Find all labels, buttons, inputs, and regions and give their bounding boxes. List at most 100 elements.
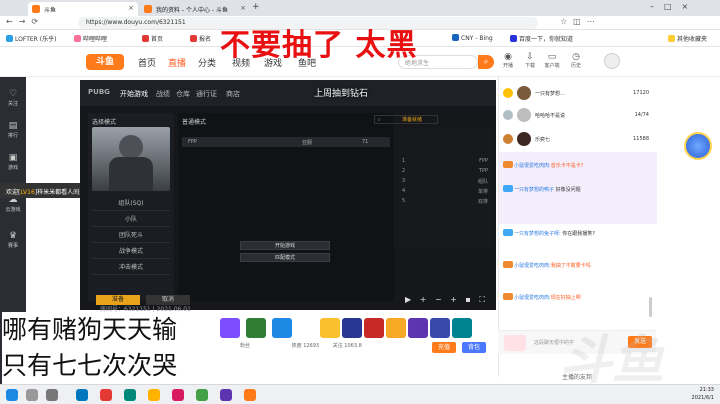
tab-label: 斗鱼 <box>44 7 57 14</box>
gift-item[interactable] <box>246 318 266 338</box>
folder-icon[interactable] <box>148 389 160 401</box>
new-tab-icon[interactable]: + <box>252 2 260 12</box>
mode-item: 组队(SQ) <box>92 197 170 211</box>
mode-item: 小队 <box>92 213 170 227</box>
tool-history[interactable]: ◷ 历史 <box>568 52 584 69</box>
mode-panel: 选择模式 组队(SQ) 小队 团队死斗 战争模式 冲击模式 <box>88 113 174 301</box>
tab-label: 我的资料 - 个人中心 - 斗鱼 <box>156 7 228 14</box>
game-match-button: 匹配模式 <box>240 253 330 262</box>
gift-item[interactable] <box>364 318 384 338</box>
gift-item[interactable] <box>272 318 292 338</box>
taskbar-app-icon[interactable] <box>76 389 88 401</box>
bookmark[interactable]: 其他收藏夹 <box>668 34 707 43</box>
rank-row[interactable]: 一只有梦想… 17120 <box>503 83 653 103</box>
sidebar-item-events[interactable]: ♛ 赛事 <box>0 231 26 249</box>
window-controls[interactable]: –□× <box>650 2 698 11</box>
chat-scrollbar[interactable] <box>649 297 652 317</box>
bookmark-icon <box>452 34 459 41</box>
gift-item[interactable] <box>408 318 428 338</box>
tool-client[interactable]: ▭ 客户端 <box>544 52 560 69</box>
gold-medal-icon <box>503 88 513 98</box>
nav-category[interactable]: 分类 <box>198 56 216 69</box>
server-row: FPP 亚服 71 <box>182 137 390 147</box>
game-topbar: PUBG 开始游戏 战绩 仓库 通行证 商店 上周抽到钻石 <box>80 80 496 106</box>
nav-home[interactable]: 首页 <box>138 56 156 69</box>
fan-badge-icon <box>503 293 513 300</box>
taskbar-app-icon[interactable] <box>172 389 184 401</box>
hot-label: 热度 12693 <box>291 343 320 349</box>
game-tab: 仓库 <box>176 90 190 98</box>
taskbar-clock[interactable]: 21:33 2021/6/1 <box>692 386 714 402</box>
bottom-caption: 哪有赌狗天天输 只有七七次次哭 <box>2 312 212 384</box>
douyu-logo[interactable]: 斗鱼 <box>86 54 124 70</box>
search-icon[interactable]: ⌕ <box>478 55 494 69</box>
video-player[interactable]: PUBG 开始游戏 战绩 仓库 通行证 商店 上周抽到钻石 选择模式 组队(SQ… <box>80 80 496 310</box>
taskbar-app-icon[interactable] <box>220 389 232 401</box>
folder-icon <box>668 35 675 42</box>
emoji-icon[interactable] <box>504 335 526 351</box>
browser-toolbar-icons[interactable]: ☆◫⋯ <box>560 17 601 26</box>
os-taskbar: 21:33 2021/6/1 <box>0 384 720 404</box>
gift-item[interactable] <box>430 318 450 338</box>
server-list-title: 普通模式 <box>182 119 207 126</box>
mode-item: 战争模式 <box>92 245 170 259</box>
nav-live[interactable]: 直播 <box>168 56 186 69</box>
fan-badge-icon <box>503 229 513 236</box>
chat-message: 一只有梦想的鸭子 好像没问题 <box>503 185 653 194</box>
bookmark-icon <box>510 35 517 42</box>
gift-bar <box>212 318 488 344</box>
bookmark[interactable]: 百度一下，你就知道 <box>510 34 573 43</box>
task-view-icon[interactable] <box>46 389 58 401</box>
recharge-button[interactable]: 充值 <box>432 342 456 353</box>
user-avatar[interactable] <box>604 53 620 69</box>
game-tab: 商店 <box>226 90 240 98</box>
bookmark[interactable]: LOFTER (乐乎) <box>6 34 56 43</box>
taskbar-app-icon[interactable] <box>100 389 112 401</box>
tool-broadcast[interactable]: ◉ 开播 <box>500 52 516 69</box>
backpack-button[interactable]: 背包 <box>462 342 486 353</box>
fan-badge-icon <box>503 161 513 168</box>
gift-item[interactable] <box>386 318 406 338</box>
caption-line: 哪有赌狗天天输 <box>2 315 178 344</box>
player-control-icons[interactable]: ▶ + − + ▪ ⛶ <box>405 295 488 305</box>
sidebar-item-game[interactable]: ▣ 游戏 <box>0 153 26 171</box>
avatar <box>517 132 531 146</box>
server-list: 普通模式 ⌕ FPP 亚服 71 开始游戏 匹配模式 <box>178 113 438 301</box>
heart-icon: ♡ <box>8 89 18 99</box>
sidebar-item-rank[interactable]: ▤ 排行 <box>0 121 26 139</box>
bookmark[interactable]: CNY - Bing <box>452 34 493 42</box>
stream-banner: 上周抽到钻石 <box>314 89 369 99</box>
bronze-medal-icon <box>503 134 513 144</box>
event-badge-icon[interactable] <box>680 128 716 164</box>
bookmark[interactable]: 首页 <box>142 34 163 43</box>
gift-item[interactable] <box>452 318 472 338</box>
taskbar-app-icon[interactable] <box>196 389 208 401</box>
close-icon[interactable]: × <box>128 4 134 12</box>
search-icon[interactable] <box>26 389 38 401</box>
character-image <box>92 127 170 191</box>
tool-download[interactable]: ⇩ 下载 <box>522 52 538 69</box>
gift-item[interactable] <box>220 318 240 338</box>
mode-panel-title: 选择模式 <box>92 119 117 126</box>
sidebar-item-follow[interactable]: ♡ 关注 <box>0 89 26 107</box>
browser-tab[interactable]: 我的资料 - 个人中心 - 斗鱼 × <box>140 2 250 16</box>
avatar <box>517 86 531 100</box>
clock-icon: ◷ <box>572 52 580 62</box>
rank-row[interactable]: 哈哈哈不是说 14/74 <box>503 105 653 125</box>
chat-message: 一只有梦想的兔子呀: 你在跟我播笑? <box>503 229 653 238</box>
caption-line: 只有七七次次哭 <box>2 351 178 380</box>
bookmark-icon <box>6 35 13 42</box>
gift-item[interactable] <box>342 318 362 338</box>
edge-icon[interactable] <box>124 389 136 401</box>
game-tab: 通行证 <box>196 90 217 98</box>
bookmark[interactable]: 哔哩哔哩 <box>74 34 107 43</box>
gift-item[interactable] <box>320 318 340 338</box>
bookmark[interactable]: 报名 <box>190 34 211 43</box>
browser-tab[interactable]: 斗鱼 × <box>28 2 138 16</box>
search-icon: ⌕ <box>378 117 381 123</box>
nav-buttons[interactable]: ←→⟳ <box>6 17 44 26</box>
rank-row[interactable]: 乐奕七 11588 <box>503 129 653 149</box>
taskbar-app-icon[interactable] <box>244 389 256 401</box>
close-icon[interactable]: × <box>240 4 246 12</box>
start-icon[interactable] <box>6 389 18 401</box>
